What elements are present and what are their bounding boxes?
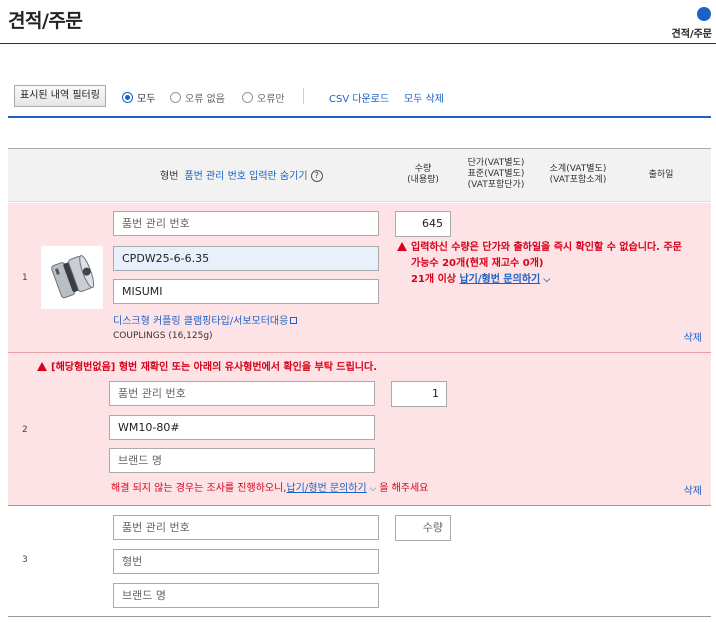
filter-button[interactable]: 표시된 내역 필터링 — [14, 85, 106, 107]
part-number-field[interactable]: CPDW25-6-6.35 — [113, 246, 379, 271]
part-number-field[interactable]: 형번 — [113, 549, 379, 574]
header-ship-date: 출하일 — [648, 170, 674, 180]
part-number-field[interactable]: WM10-80# — [109, 415, 375, 440]
row-index: 3 — [22, 555, 28, 565]
header-price-line1: 단가(VAT별도) — [467, 158, 525, 168]
title-divider — [0, 43, 716, 44]
mgmt-number-field[interactable]: 품번 관리 번호 — [109, 381, 375, 406]
table-row: 1 품번 관리 번호 CPDW25-6-6.35 MISUMI 디스크형 커플링… — [8, 203, 711, 353]
header-qty-line2: (내용량) — [407, 175, 439, 185]
warning-icon — [397, 242, 407, 251]
quantity-field[interactable]: 1 — [391, 381, 447, 407]
header-subtotal-line2: (VAT포함소계) — [549, 175, 607, 185]
no-part-warning: [해당형번없음] 형번 재확인 또는 아래의 유사형번에서 확인을 부탁 드립니… — [37, 360, 377, 376]
radio-unselected-icon — [242, 92, 253, 103]
mgmt-number-field[interactable]: 품번 관리 번호 — [113, 211, 379, 236]
brand-field[interactable]: MISUMI — [113, 279, 379, 304]
radio-no-error[interactable]: 오류 없음 — [170, 90, 225, 105]
table-row: 3 품번 관리 번호 형번 브랜드 명 수량 — [8, 507, 711, 617]
quantity-field[interactable]: 수량 — [395, 515, 451, 541]
header-quantity: 수량 (내용량) — [398, 164, 448, 186]
radio-all-label: 모두 — [137, 94, 156, 105]
product-category: COUPLINGS (16,125g) — [113, 331, 213, 341]
toolbar-divider — [8, 116, 711, 118]
no-part-warning-text: [해당형번없음] 형번 재확인 또는 아래의 유사형번에서 확인을 부탁 드립니… — [51, 362, 377, 373]
toolbar-separator — [303, 88, 304, 104]
coupling-image-icon — [41, 246, 103, 309]
header-price-line3: (VAT포함단가) — [467, 180, 525, 190]
mgmt-number-field[interactable]: 품번 관리 번호 — [113, 515, 379, 540]
brand-field[interactable]: 브랜드 명 — [109, 448, 375, 473]
header-part-number-label: 형번 — [160, 171, 179, 182]
hide-mgmt-number-toggle[interactable]: 품번 관리 번호 입력란 숨기기 — [184, 171, 307, 182]
row-index: 1 — [22, 273, 28, 283]
chevron-down-icon[interactable]: ⌵ — [540, 275, 550, 285]
delete-row-link[interactable]: 삭제 — [684, 482, 702, 497]
inquiry-footer: 해결 되지 않는 경우는 조사를 진행하오니,납기/형번 문의하기 ⌵ 을 해주… — [111, 481, 428, 497]
header-subtotal-line1: 소계(VAT별도) — [549, 164, 607, 174]
brand-field[interactable]: 브랜드 명 — [113, 583, 379, 608]
help-icon[interactable]: ? — [310, 170, 323, 182]
quantity-field[interactable]: 645 — [395, 211, 451, 237]
delete-all-link[interactable]: 모두 삭제 — [404, 90, 444, 105]
row-index: 2 — [22, 425, 28, 435]
header-qty-line1: 수량 — [414, 164, 432, 174]
chevron-down-icon[interactable]: ⌵ — [367, 484, 380, 494]
radio-selected-icon — [122, 92, 133, 103]
csv-download-link[interactable]: CSV 다운로드 — [329, 90, 389, 105]
radio-unselected-icon — [170, 92, 181, 103]
step-label: 견적/주문 — [671, 29, 712, 40]
page-title: 견적/주문 — [8, 10, 83, 32]
warning-icon — [37, 362, 47, 371]
error-line1: 입력하신 수량은 단가와 출하일을 즉시 확인할 수 없습니다. 주문 — [411, 242, 682, 253]
delete-row-link[interactable]: 삭제 — [684, 329, 702, 344]
radio-error-only-label: 오류만 — [257, 94, 285, 105]
error-line3-prefix: 21개 이상 — [411, 274, 456, 285]
radio-all[interactable]: 모두 — [122, 90, 155, 105]
radio-no-error-label: 오류 없음 — [185, 94, 225, 105]
quantity-error-message: 입력하신 수량은 단가와 출하일을 즉시 확인할 수 없습니다. 주문 가능수 … — [397, 240, 702, 288]
product-thumbnail[interactable] — [41, 246, 103, 309]
table-header: 형번 품번 관리 번호 입력란 숨기기 ? 수량 (내용량) 단가(VAT별도) … — [8, 149, 711, 202]
product-name-text: 디스크형 커플링 클램핑타입/서보모터대응 — [113, 316, 289, 327]
header-subtotal: 소계(VAT별도) (VAT포함소계) — [538, 164, 618, 186]
radio-error-only[interactable]: 오류만 — [242, 90, 285, 105]
step-indicator-icon — [697, 7, 711, 21]
inquiry-link[interactable]: 납기/형번 문의하기 — [286, 483, 366, 494]
external-link-icon — [290, 317, 298, 324]
footer-suffix: 을 해주세요 — [379, 483, 429, 494]
footer-prefix: 해결 되지 않는 경우는 조사를 진행하오니, — [111, 483, 287, 494]
header-part-number: 형번 품번 관리 번호 입력란 숨기기 ? — [160, 170, 323, 182]
header-unit-price: 단가(VAT별도) 표준(VAT별도) (VAT포함단가) — [456, 158, 536, 191]
inquiry-link[interactable]: 납기/형번 문의하기 — [459, 274, 540, 285]
table-row: [해당형번없음] 형번 재확인 또는 아래의 유사형번에서 확인을 부탁 드립니… — [8, 353, 711, 506]
error-line2: 가능수 20개(현재 재고수 0개) — [411, 258, 544, 269]
header-price-line2: 표준(VAT별도) — [467, 169, 525, 179]
product-name-link[interactable]: 디스크형 커플링 클램핑타입/서보모터대응 — [113, 312, 298, 327]
